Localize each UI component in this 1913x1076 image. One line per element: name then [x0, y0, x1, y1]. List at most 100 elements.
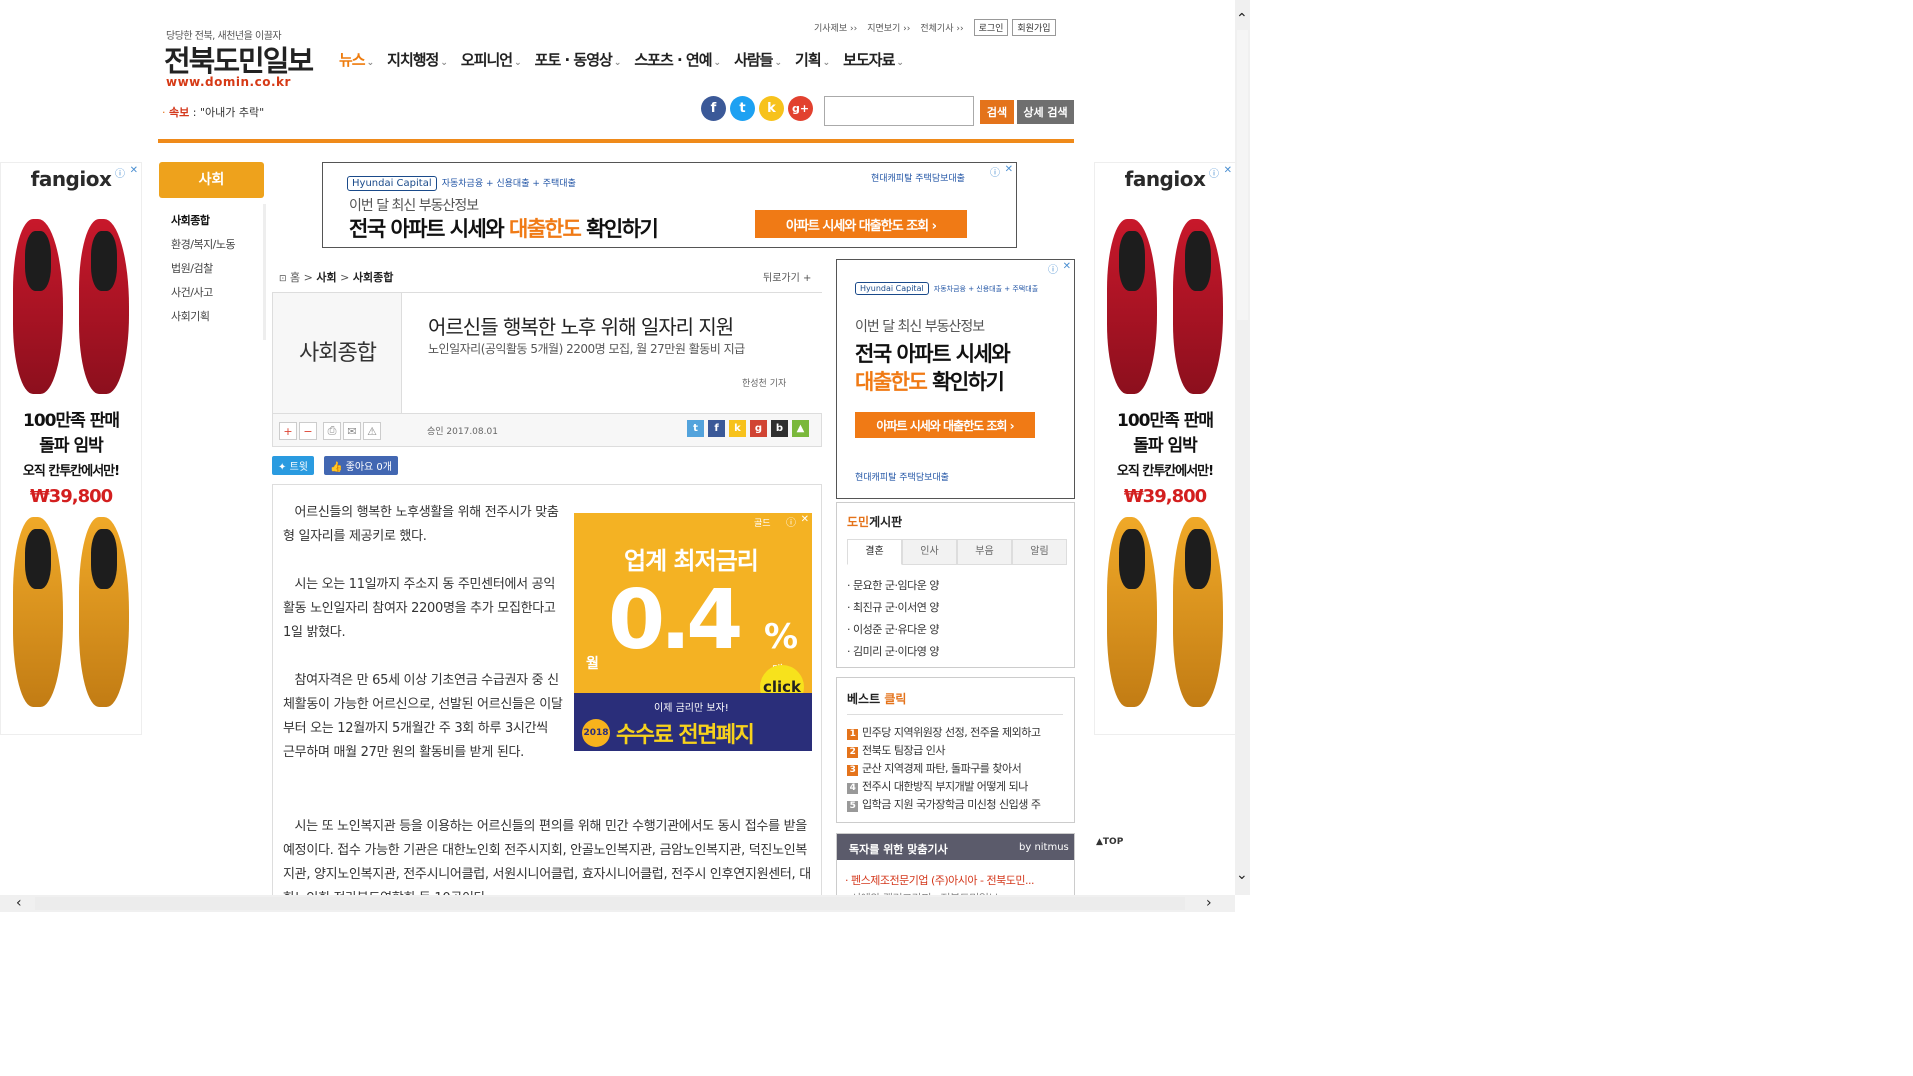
join-button[interactable]: 회원가입 [1012, 19, 1056, 36]
font-decrease-button[interactable]: − [299, 422, 317, 440]
print-icon[interactable]: ⎙ [323, 422, 341, 440]
nav-news[interactable]: 뉴스 ⌄ [339, 49, 374, 70]
twitter-share-icon[interactable]: t [687, 420, 704, 437]
sns-links: f t k g+ [701, 96, 813, 121]
shoe-image-bottom [1, 509, 141, 719]
util-link-report[interactable]: 기사제보 ›› [814, 21, 857, 34]
home-icon[interactable]: ⊡ [279, 274, 287, 284]
top-banner-ad[interactable]: ⓘ ✕ Hyundai Capital 자동차금융 + 신용대출 + 주택대출 … [322, 162, 1017, 248]
subnav-item-special[interactable]: 사회기획 [171, 308, 263, 324]
top-link[interactable]: ▲TOP [1096, 837, 1123, 847]
breadcrumb-sub[interactable]: 사회종합 [353, 271, 393, 284]
kakao-share-icon[interactable]: k [729, 420, 746, 437]
site-logo[interactable]: 전북도민일보 [164, 38, 314, 80]
back-link[interactable]: 뒤로가기 + [763, 269, 811, 284]
close-icon[interactable]: ✕ [1224, 165, 1232, 176]
vertical-scroll-thumb[interactable] [1237, 30, 1248, 320]
close-icon[interactable]: ✕ [1063, 261, 1071, 272]
vertical-scrollbar[interactable]: ⌃ ⌄ [1235, 0, 1250, 895]
detail-search-button[interactable]: 상세 검색 [1017, 100, 1074, 124]
nav-photo[interactable]: 포토 · 동영상 ⌄ [535, 49, 622, 70]
facebook-icon[interactable]: f [701, 96, 726, 121]
tweet-button[interactable]: ✦ 트윗 [272, 456, 314, 475]
loan-ad[interactable]: ⓘ ✕ 골드 업계 최저금리 월 0.4 % 대 click 이제 금리만 보자… [574, 513, 812, 751]
nav-press[interactable]: 보도자료 ⌄ [843, 49, 904, 70]
nav-admin[interactable]: 지치행정 ⌄ [387, 49, 448, 70]
breaking-news[interactable]: · 속보 : "아내가 추락" [162, 104, 264, 120]
subnav-item-court[interactable]: 법원/검찰 [171, 260, 263, 276]
best-item[interactable]: 5 입학금 지원 국가장학금 미신청 신입생 주 [847, 796, 1063, 812]
left-side-ad[interactable]: ⓘ ✕ fangiox 100만족 판매 돌파 임박 오직 칸투칸에서만! ₩3… [0, 162, 142, 735]
nav-opinion[interactable]: 오피니언 ⌄ [461, 49, 522, 70]
horizontal-scroll-thumb[interactable] [35, 897, 1185, 910]
board-item[interactable]: · 이성준 군·유다운 양 [847, 621, 939, 637]
login-button[interactable]: 로그인 [973, 19, 1009, 36]
ad-brand-right: 현대캐피탈 주택담보대출 [871, 174, 965, 184]
board-item[interactable]: · 최진규 군·이서연 양 [847, 599, 939, 615]
rank-badge-1: 1 [847, 729, 858, 740]
breaking-sep: : [192, 106, 197, 119]
ad-copy: 100만족 판매 돌파 임박 오직 칸투칸에서만! ₩39,800 [1095, 409, 1235, 509]
google-plus-icon[interactable]: g+ [788, 96, 813, 121]
twitter-icon: ✦ [278, 462, 287, 473]
subnav-item-general[interactable]: 사회종합 [171, 212, 263, 228]
board-item[interactable]: · 문요한 군·임다운 양 [847, 577, 939, 593]
nav-special[interactable]: 기획 ⌄ [795, 49, 830, 70]
like-button[interactable]: 👍 좋아요 0개 [323, 456, 398, 475]
util-link-all[interactable]: 전체기사 ›› [920, 21, 963, 34]
board-tab-obituary[interactable]: 부음 [957, 539, 1012, 565]
scroll-right-icon[interactable]: › [1206, 896, 1212, 910]
subnav-item-incident[interactable]: 사건/사고 [171, 284, 263, 300]
adchoices-icon[interactable]: ⓘ [115, 165, 125, 180]
font-increase-button[interactable]: + [279, 422, 297, 440]
breadcrumb-section[interactable]: 사회 [316, 271, 336, 284]
util-link-paper[interactable]: 지면보기 ›› [867, 21, 910, 34]
subnav-item-welfare[interactable]: 환경/복지/노동 [171, 236, 263, 252]
site-url[interactable]: www.domin.co.kr [166, 75, 291, 89]
email-icon[interactable]: ✉ [343, 422, 361, 440]
close-icon[interactable]: ✕ [130, 165, 138, 176]
right-side-ad[interactable]: ⓘ ✕ fangiox 100만족 판매 돌파 임박 오직 칸투칸에서만! ₩3… [1094, 162, 1236, 735]
best-item[interactable]: 4 전주시 대한방직 부지개발 어떻게 되나 [847, 778, 1063, 794]
board-tab-personnel[interactable]: 인사 [902, 539, 957, 565]
nav-sports[interactable]: 스포츠 · 연예 ⌄ [634, 49, 721, 70]
right-ad[interactable]: ⓘ ✕ Hyundai Capital 자동차금융 + 신용대출 + 주택대출 … [836, 259, 1075, 499]
twitter-icon[interactable]: t [730, 96, 755, 121]
rank-badge-3: 3 [847, 765, 858, 776]
ad-cta-button[interactable]: 아파트 시세와 대출한도 조회 › [855, 412, 1035, 438]
band-share-icon[interactable]: b [771, 420, 788, 437]
adchoices-icon[interactable]: ⓘ [1048, 261, 1058, 276]
close-icon[interactable]: ✕ [1005, 164, 1013, 175]
facebook-share-icon[interactable]: f [708, 420, 725, 437]
adchoices-icon[interactable]: ⓘ [786, 514, 796, 529]
main-nav: 뉴스 ⌄ 지치행정 ⌄ 오피니언 ⌄ 포토 · 동영상 ⌄ 스포츠 · 연예 ⌄ 사람들 ⌄… [339, 49, 904, 70]
google-share-icon[interactable]: g [750, 420, 767, 437]
scroll-down-icon[interactable]: ⌄ [1236, 868, 1248, 882]
scroll-up-icon[interactable]: ⌃ [1236, 12, 1248, 26]
loan-pct: % [764, 617, 799, 657]
scroll-left-icon[interactable]: ‹ [16, 896, 22, 910]
best-item[interactable]: 2 전북도 팀장급 인사 [847, 742, 1063, 758]
ad-cta-button[interactable]: 아파트 시세와 대출한도 조회 › [755, 210, 967, 238]
ad-line2: 전국 아파트 시세와 [855, 342, 1011, 366]
best-item[interactable]: 1 민주당 지역위원장 선정, 전주을 제외하고 [847, 724, 1063, 740]
adchoices-icon[interactable]: ⓘ [1209, 165, 1219, 180]
subnav-title[interactable]: 사회 [159, 162, 264, 198]
nav-people[interactable]: 사람들 ⌄ [734, 49, 782, 70]
loan-brand: 골드 [754, 519, 771, 529]
article-reporter[interactable]: 한성천 기자 [742, 376, 786, 389]
horizontal-scrollbar[interactable]: ‹ › [0, 895, 1235, 912]
kakao-icon[interactable]: k [759, 96, 784, 121]
report-icon[interactable]: ⚠ [363, 422, 381, 440]
blog-share-icon[interactable]: ▲ [792, 420, 809, 437]
breadcrumb-home[interactable]: 홈 [290, 271, 300, 284]
adchoices-icon[interactable]: ⓘ [990, 164, 1000, 179]
board-tab-notice[interactable]: 알림 [1012, 539, 1067, 565]
custom-news-item[interactable]: · 펜스제조전문기업 (주)아시아 - 전북도민... [845, 872, 1034, 888]
best-item[interactable]: 3 군산 지역경제 파탄, 돌파구를 찾아서 [847, 760, 1063, 776]
search-button[interactable]: 검색 [980, 100, 1014, 124]
search-input[interactable] [824, 96, 974, 126]
close-icon[interactable]: ✕ [801, 514, 809, 525]
board-item[interactable]: · 김미리 군·이다영 양 [847, 643, 939, 659]
board-tab-wedding[interactable]: 결혼 [847, 539, 902, 565]
